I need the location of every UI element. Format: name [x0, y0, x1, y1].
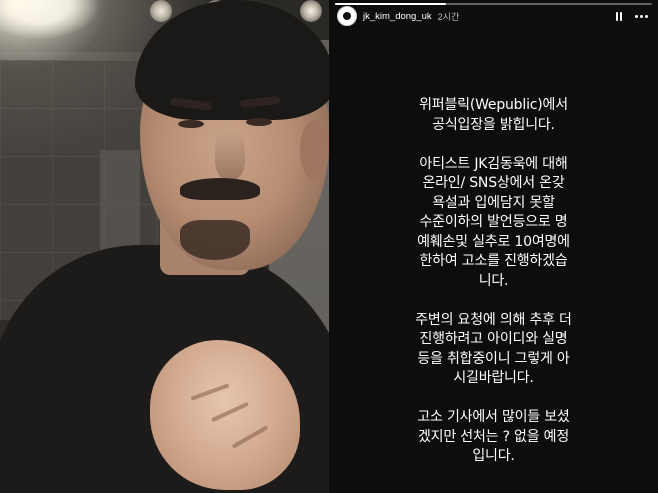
pause-bar [620, 11, 622, 21]
story-paragraph: 주변의 요청에 의해 추후 더진행하려고 아이디와 실명등을 취합중이니 그렇게… [339, 311, 648, 389]
story-text-line: 입니다. [472, 448, 515, 464]
dot [635, 14, 638, 18]
story-header: jk_kim_dong_uk 2시간 [337, 5, 650, 27]
selfie-photo [0, 0, 329, 493]
mustache [180, 178, 260, 200]
dot [645, 14, 648, 18]
more-options-icon[interactable] [635, 10, 648, 22]
story-text-line: 위퍼블릭(Wepublic)에서 [419, 97, 568, 113]
story-text-line: 수준이하의 발언등으로 명 [419, 214, 568, 230]
story-text-line: 온라인/ SNS상에서 온갖 [422, 175, 565, 191]
goatee [180, 220, 250, 260]
username-link[interactable]: jk_kim_dong_uk [363, 11, 432, 22]
story-paragraph: 아티스트 JK김동욱에 대해온라인/ SNS상에서 온갖욕설과 입에담지 못할수… [339, 155, 648, 292]
story-paragraph: 고소 기사에서 많이들 보셨겠지만 선처는 ? 없을 예정입니다. [339, 408, 648, 467]
story-text-line: 겠지만 선처는 ? 없을 예정 [417, 428, 570, 445]
story-text-line: 아티스트 JK김동욱에 대해 [419, 155, 568, 172]
story-text-line: 등을 취합중이니 그렇게 아 [417, 350, 570, 367]
story-paragraph: 위퍼블릭(Wepublic)에서공식입장을 밝힙니다. [339, 96, 648, 135]
ear [300, 120, 328, 180]
story-text-line: 고소 기사에서 많이들 보셨 [417, 409, 570, 425]
hair [135, 0, 329, 120]
profile-avatar[interactable] [337, 6, 357, 26]
knuckle-crease [231, 425, 269, 449]
eye [178, 120, 204, 128]
pause-bar [616, 11, 618, 21]
dot [640, 14, 643, 18]
story-text-line: 니다. [478, 272, 509, 289]
avatar-logo-icon [343, 12, 351, 20]
pause-icon[interactable] [613, 10, 625, 22]
knuckle-crease [211, 401, 249, 423]
story-text-line: 시길바랍니다. [453, 370, 534, 386]
instagram-story[interactable]: jk_kim_dong_uk 2시간 위퍼블릭(Wepublic)에서공식입장을… [329, 0, 658, 493]
nose [215, 130, 245, 180]
story-text-line: 욕설과 입에담지 못할 [432, 194, 555, 211]
story-text-line: 공식입장을 밝힙니다. [432, 116, 555, 133]
story-text-line: 한하여 고소를 진행하겠습 [419, 253, 568, 269]
eye [246, 118, 272, 126]
person [0, 0, 329, 493]
post-time: 2시간 [437, 11, 460, 22]
story-text-line: 진행하려고 아이디와 실명 [419, 331, 568, 347]
story-text-line: 예훼손및 실추로 10여명에 [417, 233, 570, 250]
story-text-line: 주변의 요청에 의해 추후 더 [415, 311, 572, 328]
knuckle-crease [190, 383, 230, 401]
story-statement-text: 위퍼블릭(Wepublic)에서공식입장을 밝힙니다. 아티스트 JK김동욱에 대… [339, 96, 648, 467]
